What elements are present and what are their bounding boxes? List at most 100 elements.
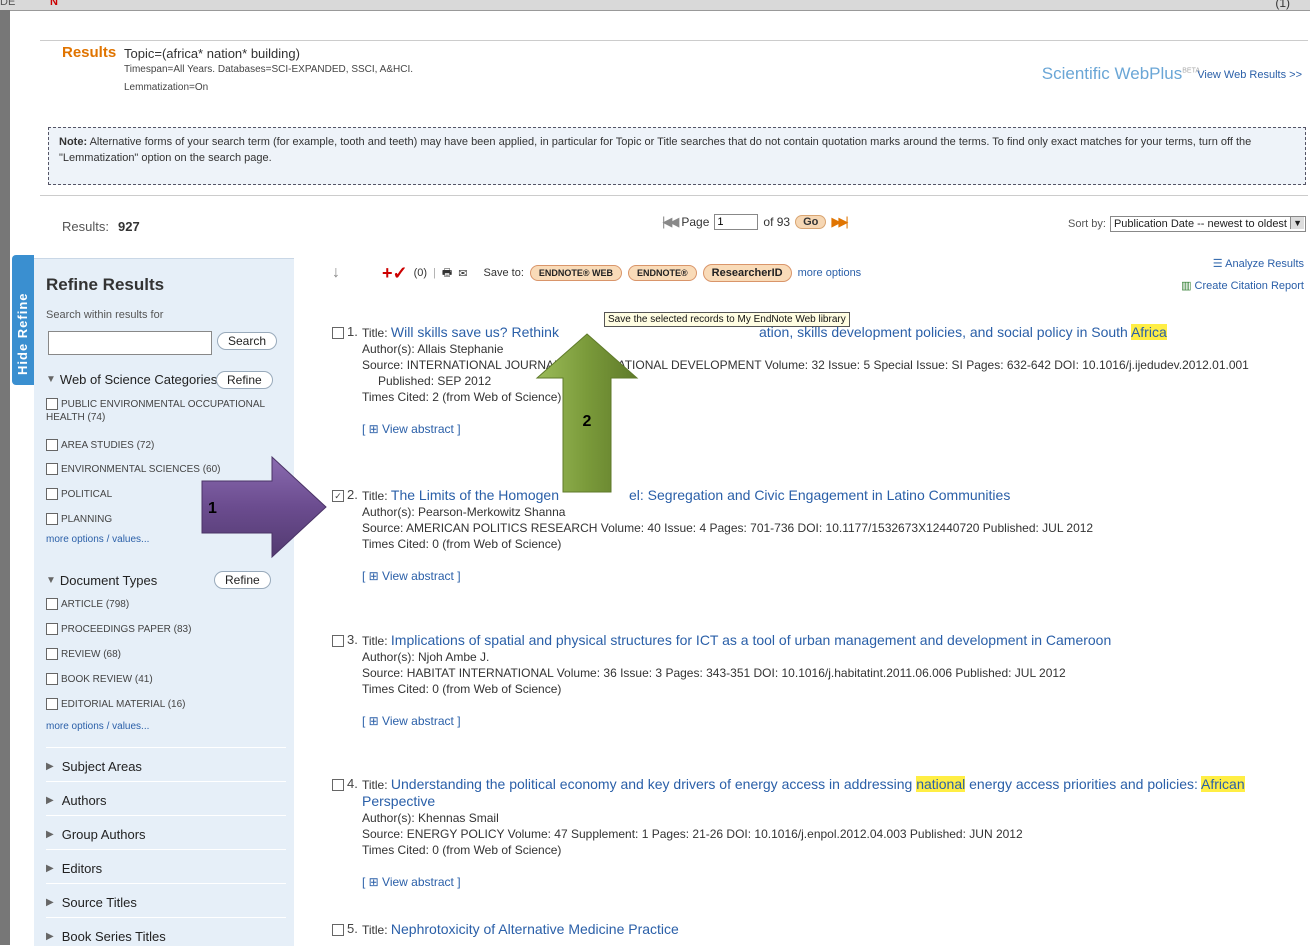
category-label: ENVIRONMENTAL SCIENCES (60) — [61, 464, 221, 475]
book-series-titles-section[interactable]: ▶ Book Series Titles — [46, 929, 166, 944]
record-checkbox-checked[interactable]: ✓ — [332, 489, 344, 502]
doctype-item[interactable]: BOOK REVIEW (41) — [46, 673, 278, 686]
record-title-link[interactable]: The Limits of the Homogen el: Segregation… — [391, 487, 1010, 503]
doctype-item[interactable]: PROCEEDINGS PAPER (83) — [46, 623, 278, 636]
print-icon[interactable]: 🖶 — [442, 264, 452, 283]
record-title-line: Title: Nephrotoxicity of Alternative Med… — [362, 921, 679, 937]
authors-section[interactable]: ▶ Authors — [46, 793, 107, 808]
checkbox[interactable] — [46, 698, 58, 711]
scientific-webplus-logo[interactable]: Scientific WebPlusBETA — [1042, 64, 1200, 84]
view-abstract-link[interactable]: [ ⊞ View abstract ] — [362, 421, 1307, 437]
result-record: 5. Title: Nephrotoxicity of Alternative … — [332, 921, 1304, 945]
checkbox[interactable] — [46, 598, 58, 611]
endnote-web-button[interactable]: ENDNOTE® WEB — [529, 265, 623, 281]
view-web-results-link[interactable]: View Web Results >> — [1197, 69, 1302, 81]
collapsed-triangle-icon: ▶ — [46, 863, 54, 874]
marked-count: (0) — [413, 267, 428, 279]
view-abstract-link[interactable]: [ ⊞ View abstract ] — [362, 874, 1307, 890]
record-authors: Author(s): Njoh Ambe J. — [362, 650, 490, 664]
checkbox[interactable] — [46, 439, 58, 452]
record-checkbox[interactable] — [332, 778, 344, 791]
checkbox[interactable] — [46, 623, 58, 636]
view-abstract-link[interactable]: [ ⊞ View abstract ] — [362, 568, 1307, 584]
add-to-marked-list-icon[interactable]: +✓ — [382, 263, 408, 284]
record-number: 1. — [332, 324, 358, 340]
doctypes-refine-button[interactable]: Refine — [214, 571, 271, 589]
record-body: Title: Implications of spatial and physi… — [362, 632, 1307, 729]
record-checkbox[interactable] — [332, 923, 344, 936]
section-divider — [46, 747, 286, 748]
citation-report-link[interactable]: ▥ Create Citation Report — [1181, 279, 1304, 292]
record-number: 5. — [332, 921, 358, 937]
sort-select[interactable]: Publication Date -- newest to oldest — [1109, 216, 1306, 232]
go-button[interactable]: Go — [795, 215, 827, 229]
search-button[interactable]: Search — [217, 332, 278, 350]
doctype-item[interactable]: EDITORIAL MATERIAL (16) — [46, 698, 278, 711]
page-number-input[interactable] — [714, 214, 759, 230]
record-source: Source: ENERGY POLICY Volume: 47 Supplem… — [362, 827, 1023, 841]
record-body: Title: Understanding the political econo… — [362, 776, 1307, 890]
more-options-link[interactable]: more options — [798, 267, 862, 279]
checkbox[interactable] — [46, 488, 58, 501]
doctypes-more-options-link[interactable]: more options / values... — [46, 721, 149, 732]
wos-categories-label: Web of Science Categories — [59, 372, 218, 387]
group-authors-section[interactable]: ▶ Group Authors — [46, 827, 146, 842]
record-title-link[interactable]: Implications of spatial and physical str… — [391, 632, 1111, 648]
refine-panel: Refine Results Search within results for… — [34, 258, 294, 946]
subject-areas-section[interactable]: ▶ Subject Areas — [46, 759, 142, 774]
collapsed-triangle-icon: ▶ — [46, 897, 54, 908]
record-published: Published: SEP 2012 — [378, 374, 492, 388]
email-icon[interactable]: ✉ — [458, 267, 467, 280]
checkbox[interactable] — [46, 648, 58, 661]
checkbox[interactable] — [46, 513, 58, 526]
annotation-arrow-1: 1 — [201, 455, 327, 559]
result-record: 4. Title: Understanding the political ec… — [332, 776, 1304, 889]
researcherid-button[interactable]: ResearcherID — [702, 264, 792, 282]
select-down-arrow-icon[interactable]: ↓ — [332, 264, 340, 282]
hide-refine-tab[interactable]: Hide Refine — [12, 255, 34, 385]
left-window-strip — [0, 10, 10, 945]
section-divider — [46, 781, 286, 782]
collapsed-triangle-icon: ▶ — [46, 761, 54, 772]
checkbox[interactable] — [46, 398, 58, 411]
wos-refine-button[interactable]: Refine — [216, 371, 273, 389]
record-source: Source: AMERICAN POLITICS RESEARCH Volum… — [362, 521, 1094, 535]
note-label: Note: — [59, 136, 88, 148]
doctype-label: ARTICLE (798) — [61, 599, 130, 610]
page-label: Page — [681, 215, 710, 229]
checkbox[interactable] — [46, 673, 58, 686]
document-types-header[interactable]: ▼ Document Types — [46, 573, 157, 588]
section-label: Subject Areas — [61, 759, 142, 774]
note-text: Alternative forms of your search term (f… — [59, 136, 1252, 164]
browser-top-bar: DE N (1) — [0, 0, 1310, 11]
note-divider — [40, 195, 1308, 196]
last-page-icon[interactable]: ▶▶| — [831, 214, 848, 230]
record-checkbox[interactable] — [332, 326, 344, 339]
wos-category-item[interactable]: AREA STUDIES (72) — [46, 439, 278, 452]
result-record: 1. Title: Will skills save us? Rethink at… — [332, 324, 1304, 444]
record-title-link[interactable]: Nephrotoxicity of Alternative Medicine P… — [391, 921, 679, 937]
record-authors: Author(s): Allais Stephanie — [362, 342, 504, 356]
first-page-icon[interactable]: |◀◀ — [662, 214, 679, 230]
editors-section[interactable]: ▶ Editors — [46, 861, 102, 876]
analyze-results-link[interactable]: ☰ Analyze Results — [1213, 257, 1304, 270]
record-checkbox[interactable] — [332, 634, 344, 647]
section-divider — [46, 883, 286, 884]
checkbox[interactable] — [46, 463, 58, 476]
doctype-item[interactable]: ARTICLE (798) — [46, 598, 278, 611]
doctype-label: BOOK REVIEW (41) — [61, 674, 153, 685]
record-title-line: Title: The Limits of the Homogen el: Segr… — [362, 487, 1011, 503]
wos-more-options-link[interactable]: more options / values... — [46, 534, 149, 545]
view-abstract-link[interactable]: [ ⊞ View abstract ] — [362, 713, 1307, 729]
results-label: Results — [62, 44, 117, 61]
section-label: Source Titles — [61, 895, 137, 910]
search-within-input[interactable] — [48, 331, 212, 355]
record-title-link[interactable]: Understanding the political economy and … — [362, 776, 1245, 809]
wos-categories-header[interactable]: ▼ Web of Science Categories — [46, 372, 217, 387]
wos-category-item[interactable]: PUBLIC ENVIRONMENTAL OCCUPATIONAL HEALTH… — [46, 398, 278, 424]
doctype-item[interactable]: REVIEW (68) — [46, 648, 278, 661]
record-body: Title: Nephrotoxicity of Alternative Med… — [362, 921, 1307, 938]
source-titles-section[interactable]: ▶ Source Titles — [46, 895, 137, 910]
section-label: Book Series Titles — [61, 929, 166, 944]
endnote-button[interactable]: ENDNOTE® — [628, 265, 697, 281]
